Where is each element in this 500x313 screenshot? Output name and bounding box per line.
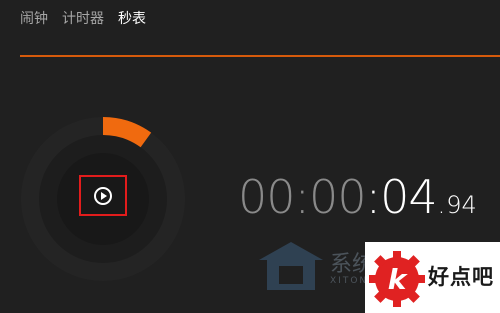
watermark-badge-text: 好点吧 — [428, 265, 494, 289]
watermark-site-subtext: XITON — [330, 276, 369, 286]
time-seconds: 04 — [380, 170, 438, 224]
play-circle-icon — [94, 186, 112, 205]
time-decimal-point: . — [437, 191, 446, 219]
time-separator: : — [294, 170, 310, 224]
time-minutes: 00 — [309, 170, 367, 224]
time-separator: : — [365, 170, 381, 224]
play-triangle-icon — [101, 191, 107, 200]
start-button[interactable] — [79, 175, 127, 216]
watermark-house-logo — [259, 242, 323, 290]
watermark-badge: k 好点吧 — [365, 242, 500, 313]
stopwatch-time-display: 00:00:04.94 — [238, 170, 477, 230]
gear-logo-icon: k — [369, 251, 425, 307]
stopwatch-dial — [21, 117, 185, 281]
time-hundredths: 94 — [446, 191, 477, 219]
gear-logo-letter: k — [388, 263, 409, 296]
time-hours: 00 — [238, 170, 296, 224]
